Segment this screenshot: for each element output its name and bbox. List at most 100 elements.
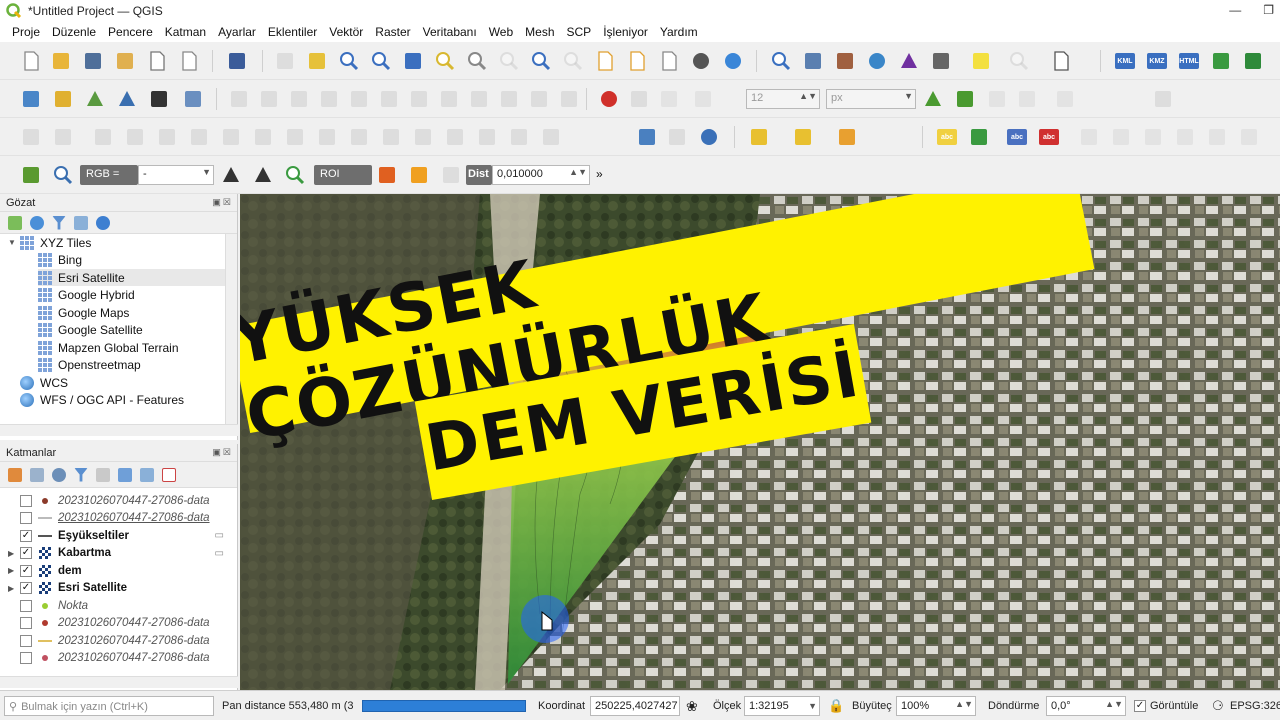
change-label-icon[interactable] bbox=[1140, 124, 1166, 150]
manage-visibility-icon[interactable] bbox=[52, 467, 66, 482]
modify-attributes-icon[interactable] bbox=[376, 86, 402, 112]
new-3d-view-icon[interactable] bbox=[624, 48, 650, 74]
expand-arrow-icon[interactable]: ▶ bbox=[8, 584, 18, 593]
coordinate-field[interactable]: 250225,4027427 bbox=[590, 696, 680, 716]
menu-item-5[interactable]: Eklentiler bbox=[262, 25, 323, 39]
html-export-icon[interactable]: HTML bbox=[1176, 48, 1202, 74]
gps-edit-icon[interactable] bbox=[180, 86, 206, 112]
kmz-export-icon[interactable]: KMZ bbox=[1144, 48, 1170, 74]
expand-arrow-icon[interactable]: ▼ bbox=[8, 238, 18, 247]
disabled-tool-icon[interactable] bbox=[1014, 86, 1040, 112]
vertex-tool-icon[interactable] bbox=[346, 86, 372, 112]
browser-item[interactable]: WFS / OGC API - Features bbox=[8, 392, 226, 409]
info-icon[interactable] bbox=[96, 215, 110, 230]
collapse-all-icon[interactable] bbox=[140, 467, 154, 482]
spreadsheet-icon[interactable] bbox=[1240, 48, 1266, 74]
layer-row[interactable]: ▶ ✓ Kabartma ▭ bbox=[8, 545, 234, 562]
scp-input-image-icon[interactable] bbox=[18, 162, 44, 188]
filter-legend-icon[interactable] bbox=[74, 467, 88, 482]
pan-hand-icon[interactable] bbox=[272, 48, 298, 74]
crs-label[interactable]: EPSG:326 bbox=[1230, 700, 1280, 712]
digitize-line-green-icon[interactable] bbox=[920, 86, 946, 112]
layer-visibility-checkbox[interactable]: ✓ bbox=[20, 582, 32, 594]
browser-item[interactable]: Google Hybrid bbox=[38, 287, 226, 304]
toggle-extents-icon[interactable]: ❀ bbox=[686, 698, 698, 715]
layer-visibility-checkbox[interactable] bbox=[20, 512, 32, 524]
pin-labels-icon[interactable]: abc bbox=[1004, 124, 1030, 150]
browser-item[interactable]: Bing bbox=[38, 252, 226, 269]
label-abc-icon[interactable]: abc bbox=[934, 124, 960, 150]
snapping-mode-icon[interactable] bbox=[690, 86, 716, 112]
zoom-last-icon[interactable] bbox=[528, 48, 554, 74]
scp-add-roi-icon[interactable] bbox=[406, 162, 432, 188]
zoom-in-icon[interactable] bbox=[336, 48, 362, 74]
move-label-icon[interactable] bbox=[1076, 124, 1102, 150]
menu-item-10[interactable]: Mesh bbox=[519, 25, 560, 39]
layer-row[interactable]: 20231026070447-27086-data bbox=[8, 492, 234, 509]
open-layer-styling-icon[interactable] bbox=[8, 467, 22, 482]
temporal-controller-icon[interactable] bbox=[688, 48, 714, 74]
restore-icon[interactable]: ❐ bbox=[1263, 3, 1274, 17]
layer-indicator-icon[interactable]: ▭ bbox=[215, 548, 224, 559]
cut-icon[interactable] bbox=[436, 86, 462, 112]
reshape-icon[interactable] bbox=[314, 124, 340, 150]
remove-layer-icon[interactable] bbox=[162, 467, 176, 482]
identify-icon[interactable] bbox=[768, 48, 794, 74]
fill-ring-icon[interactable] bbox=[218, 124, 244, 150]
deselect-icon[interactable] bbox=[834, 124, 860, 150]
layer-row[interactable]: 20231026070447-27086-data bbox=[8, 510, 234, 527]
statistics-icon[interactable] bbox=[832, 48, 858, 74]
scp-dist-input[interactable]: 0,010000 ▲▼ bbox=[492, 165, 590, 185]
save-as-icon[interactable] bbox=[112, 48, 138, 74]
render-checkbox[interactable]: ✓ bbox=[1134, 700, 1146, 712]
scp-zoom-roi-icon[interactable] bbox=[282, 162, 308, 188]
measure-icon[interactable] bbox=[928, 48, 954, 74]
minimize-icon[interactable]: — bbox=[1229, 3, 1241, 17]
database-icon[interactable] bbox=[696, 124, 722, 150]
browser-item[interactable]: Google Maps bbox=[38, 304, 226, 321]
scp-histogram-icon[interactable] bbox=[250, 162, 276, 188]
digitize-icon[interactable] bbox=[316, 86, 342, 112]
pan-to-selection-icon[interactable] bbox=[304, 48, 330, 74]
copy-icon[interactable] bbox=[466, 86, 492, 112]
trim-extend-icon[interactable] bbox=[410, 124, 436, 150]
add-part-icon[interactable] bbox=[186, 124, 212, 150]
layer-visibility-checkbox[interactable] bbox=[20, 494, 32, 507]
scp-rgb-stretch-icon[interactable] bbox=[218, 162, 244, 188]
db-manager-icon[interactable] bbox=[634, 124, 660, 150]
open-project-icon[interactable] bbox=[48, 48, 74, 74]
menu-item-2[interactable]: Pencere bbox=[102, 25, 159, 39]
panel-float-close-icon[interactable]: ▣☒ bbox=[212, 447, 233, 458]
snapping-type-icon[interactable] bbox=[656, 86, 682, 112]
split-features-icon[interactable] bbox=[442, 124, 468, 150]
expand-all-icon[interactable] bbox=[118, 467, 132, 482]
add-raster-icon[interactable] bbox=[18, 86, 44, 112]
scale-select[interactable]: 1:32195 ▼ bbox=[744, 696, 820, 716]
add-vector-icon[interactable] bbox=[50, 86, 76, 112]
zoom-next-icon[interactable] bbox=[560, 48, 586, 74]
delete-ring-icon[interactable] bbox=[250, 124, 276, 150]
browser-item[interactable]: Google Satellite bbox=[38, 322, 226, 339]
save-project-icon[interactable] bbox=[80, 48, 106, 74]
shape-digitize-icon[interactable] bbox=[952, 86, 978, 112]
add-group-icon[interactable] bbox=[30, 467, 44, 482]
font-unit-select[interactable]: px ▼ bbox=[826, 89, 916, 109]
rotate-feature-icon[interactable] bbox=[90, 124, 116, 150]
kml-export-icon[interactable]: KML bbox=[1112, 48, 1138, 74]
menu-item-12[interactable]: İşleniyor bbox=[597, 25, 654, 39]
browser-scrollbar-vertical[interactable] bbox=[225, 234, 237, 424]
db-disabled-icon[interactable] bbox=[664, 124, 690, 150]
layer-visibility-checkbox[interactable]: ✓ bbox=[20, 547, 32, 559]
select-rectangle-icon[interactable] bbox=[746, 124, 772, 150]
reverse-line-icon[interactable] bbox=[378, 124, 404, 150]
layer-row[interactable]: 20231026070447-27086-data bbox=[8, 632, 234, 649]
browser-item[interactable]: ▼ XYZ Tiles bbox=[8, 234, 226, 251]
scp-zoom-image-icon[interactable] bbox=[50, 162, 76, 188]
menu-item-6[interactable]: Vektör bbox=[323, 25, 369, 39]
filter-icon[interactable] bbox=[52, 215, 66, 230]
processing-gear-icon[interactable] bbox=[864, 48, 890, 74]
menu-item-1[interactable]: Düzenle bbox=[46, 25, 102, 39]
rotate-label-icon[interactable] bbox=[1108, 124, 1134, 150]
browser-item[interactable]: Esri Satellite bbox=[38, 269, 226, 286]
toggle-editing-icon[interactable] bbox=[226, 86, 252, 112]
